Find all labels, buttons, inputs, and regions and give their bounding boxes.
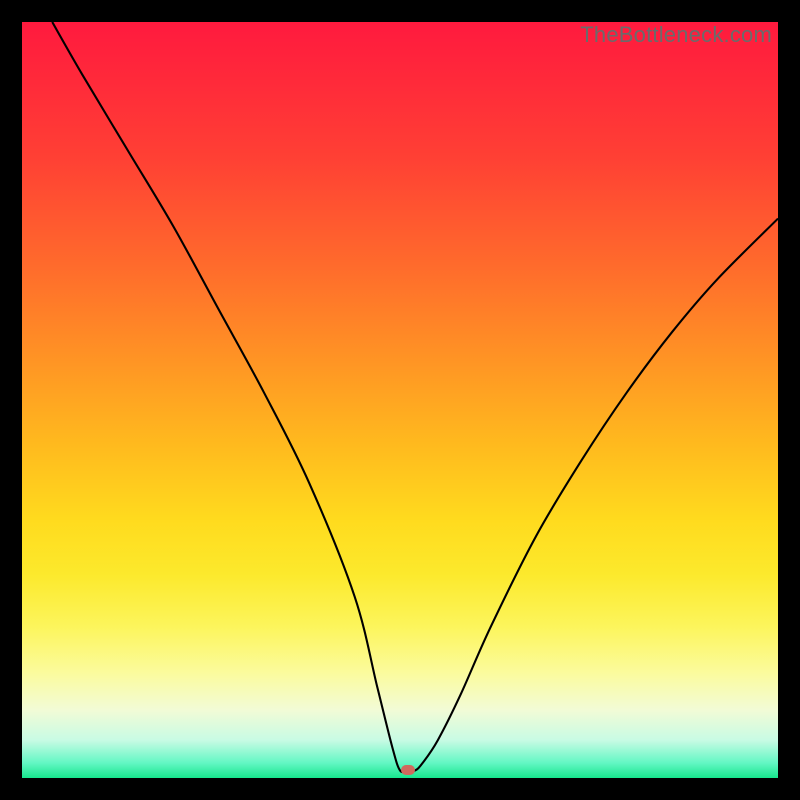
curve-path [52, 22, 778, 772]
plot-area: TheBottleneck.com [22, 22, 778, 778]
bottleneck-curve [22, 22, 778, 778]
optimum-marker [401, 765, 415, 775]
chart-frame: TheBottleneck.com [0, 0, 800, 800]
